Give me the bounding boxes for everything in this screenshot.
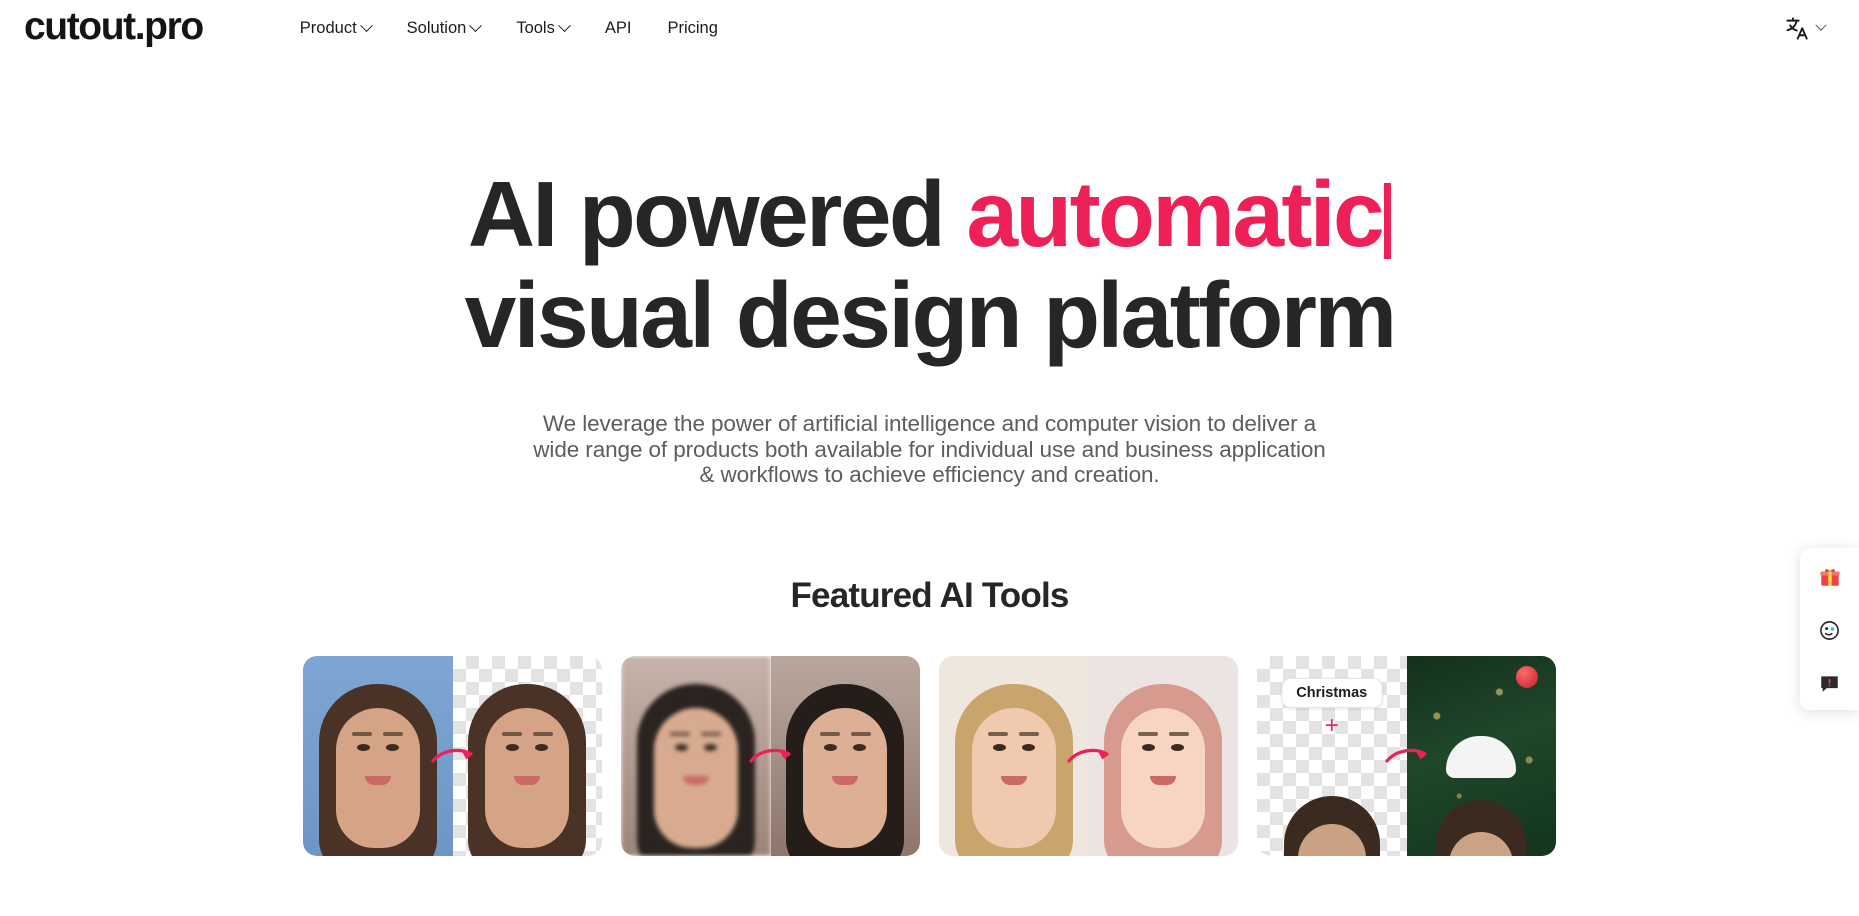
- feedback-button[interactable]: [1815, 668, 1845, 698]
- headline-plain: AI powered: [467, 162, 967, 266]
- card-after-image: [452, 655, 603, 856]
- transform-arrow-icon: [1066, 748, 1109, 763]
- site-header: cutout.pro Product Solution Tools API Pr…: [0, 0, 1859, 56]
- chevron-down-icon: [1815, 19, 1827, 31]
- main-nav: Product Solution Tools API Pricing: [282, 8, 736, 48]
- language-selector[interactable]: [1784, 15, 1833, 42]
- chevron-down-icon: [469, 18, 483, 32]
- community-button[interactable]: [1815, 615, 1845, 645]
- featured-section: Featured AI Tools Christmas +: [0, 576, 1859, 856]
- transform-arrow-icon: [430, 748, 473, 763]
- feedback-icon: [1821, 675, 1838, 692]
- portrait-illustration-stylized: [1089, 656, 1239, 856]
- nav-item-label: API: [604, 18, 632, 37]
- portrait-illustration-sharp: [771, 656, 921, 856]
- subtitle-line-2: wide range of products both available fo…: [533, 436, 1326, 462]
- translate-icon: [1786, 16, 1808, 40]
- transform-arrow-icon: [1384, 748, 1427, 763]
- card-after-image: [770, 655, 921, 856]
- tool-card-background-remover[interactable]: [303, 655, 603, 856]
- nav-item-tools[interactable]: Tools: [498, 8, 587, 48]
- hero-subtitle: We leverage the power of artificial inte…: [0, 411, 1859, 488]
- page-title: AI powered automatic: [0, 168, 1859, 261]
- nav-item-pricing[interactable]: Pricing: [649, 8, 735, 48]
- ornament-icon: [1516, 665, 1538, 688]
- nav-item-label: Product: [299, 18, 357, 37]
- nav-item-label: Tools: [516, 18, 555, 37]
- nav-item-label: Pricing: [667, 18, 718, 37]
- floating-action-widget: [1800, 548, 1859, 710]
- nav-item-product[interactable]: Product: [282, 8, 389, 48]
- nav-item-solution[interactable]: Solution: [389, 8, 499, 48]
- headline-accent: automatic: [966, 162, 1384, 266]
- face-emoji-icon: [1820, 620, 1839, 640]
- logo[interactable]: cutout.pro: [24, 7, 204, 50]
- subtitle-line-3: & workflows to achieve efficiency and cr…: [699, 462, 1160, 488]
- hero-section: AI powered automatic visual design platf…: [0, 56, 1859, 488]
- page-title-line2: visual design platform: [464, 263, 1397, 367]
- nav-item-label: Solution: [406, 18, 467, 37]
- section-title: Featured AI Tools: [790, 575, 1069, 615]
- card-badge: Christmas: [1281, 677, 1383, 708]
- plus-icon: +: [1324, 711, 1339, 739]
- gift-icon: [1819, 569, 1840, 586]
- featured-cards: Christmas +: [0, 655, 1859, 856]
- chevron-down-icon: [359, 18, 373, 32]
- nav-item-api[interactable]: API: [587, 8, 650, 48]
- gift-button[interactable]: [1815, 562, 1845, 592]
- tool-card-christmas-background[interactable]: Christmas +: [1257, 655, 1557, 856]
- chevron-down-icon: [557, 18, 571, 32]
- card-after-image: [1406, 655, 1557, 856]
- child-portrait: [1407, 748, 1557, 856]
- transform-arrow-icon: [748, 748, 791, 763]
- tool-card-cartoon-selfie[interactable]: [939, 655, 1239, 856]
- card-after-image: [1088, 655, 1239, 856]
- subtitle-line-1: We leverage the power of artificial inte…: [542, 411, 1317, 436]
- tool-card-photo-enhancer[interactable]: [621, 655, 921, 856]
- typing-caret: [1384, 183, 1392, 259]
- portrait-illustration-cutout: [453, 656, 603, 856]
